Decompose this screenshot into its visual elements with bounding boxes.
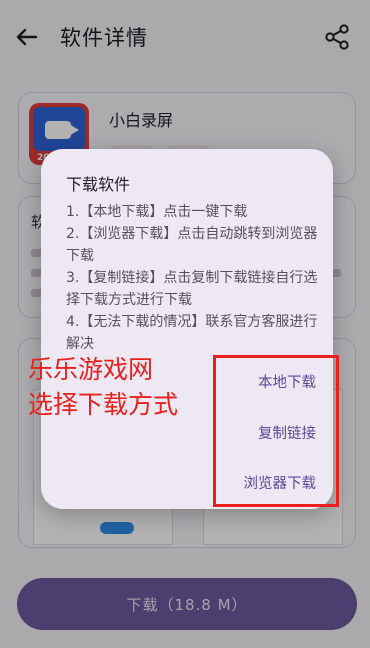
highlight-box bbox=[213, 355, 339, 507]
instruction-step: 1.【本地下载】点击一键下载 bbox=[66, 204, 248, 220]
instruction-step: 2.【浏览器下载】点击自动跳转到浏览器下载 bbox=[66, 226, 318, 264]
instruction-step: 4.【无法下载的情况】联系官方客服进行解决 bbox=[66, 314, 318, 352]
dialog-title: 下载软件 bbox=[66, 175, 131, 194]
annotation-caption: 选择下载方式 bbox=[28, 390, 179, 419]
instruction-step: 3.【复制链接】点击复制下载链接自行选择下载方式进行下载 bbox=[66, 270, 318, 308]
annotation-site-name: 乐乐游戏网 bbox=[28, 355, 154, 384]
